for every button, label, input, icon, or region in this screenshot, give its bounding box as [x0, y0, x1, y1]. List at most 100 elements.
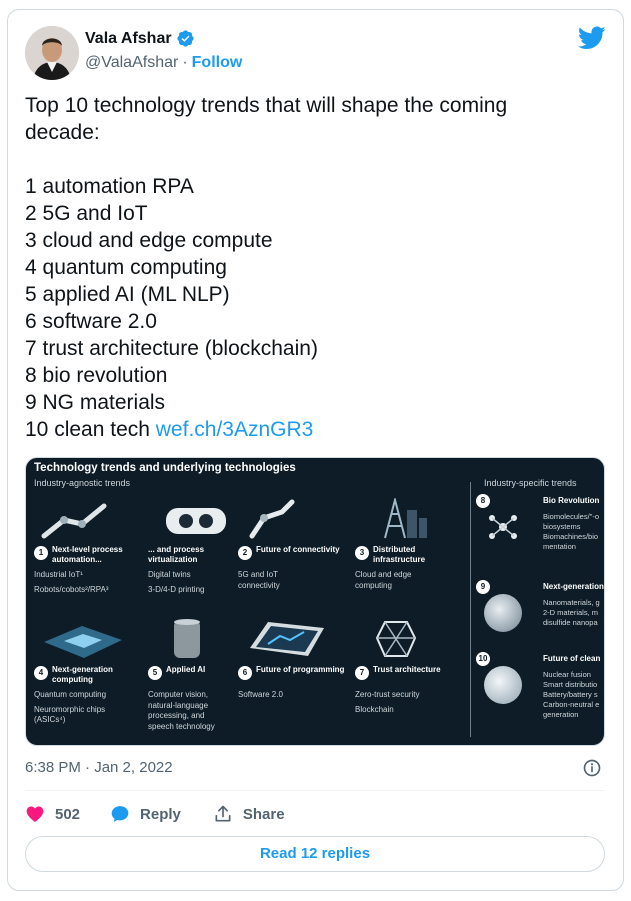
infographic-left-label: Industry-agnostic trends: [34, 478, 131, 488]
vr-headset-icon: [166, 508, 226, 534]
trend-body-line: computing: [355, 580, 392, 590]
industry-trend-tile: 8 Bio Revolution Biomolecules/"-o biosyst…: [476, 494, 604, 564]
infographic-title: Technology trends and underlying technol…: [34, 462, 296, 474]
like-button[interactable]: 502: [25, 804, 80, 824]
tweet-text-line: 4 quantum computing: [25, 256, 227, 279]
industry-trend-tile: 9 Next-generation Nanomaterials, g 2-D ma…: [476, 580, 604, 642]
share-upload-icon: [215, 805, 231, 822]
tweet-text-line: 5 applied AI (ML NLP): [25, 283, 230, 306]
trend-heading: Next-generation: [543, 582, 604, 591]
trend-body-line: Biomolecules/"-o: [543, 512, 600, 521]
trend-body: Software 2.0: [238, 690, 283, 699]
trend-body-line: Industrial IoT¹: [34, 570, 83, 579]
trend-body-line: Quantum computing: [34, 690, 107, 699]
infographic-divider: [470, 482, 471, 737]
tweet-text-line: 9 NG materials: [25, 391, 166, 414]
trend-number: 1: [34, 546, 48, 560]
trend-body: Industrial IoT¹ Robots/cobots²/RPA³: [34, 570, 142, 595]
speech-bubble-icon: [111, 806, 129, 822]
trend-body: 5G and IoT connectivity: [238, 570, 346, 591]
author-avatar[interactable]: [25, 26, 79, 80]
trend-body-line: Carbon-neutral e: [543, 700, 600, 709]
share-button[interactable]: Share: [213, 804, 285, 824]
trend-body-line: Battery/battery s: [543, 690, 598, 699]
handle-row: @ValaAfshar · Follow: [85, 54, 242, 72]
smart-speaker-icon: [174, 619, 200, 658]
share-label: Share: [242, 805, 285, 823]
trend-body-line: Nuclear fusion: [543, 670, 591, 679]
trend-number: 8: [476, 494, 490, 508]
trend-body: Cloud and edge computing: [355, 570, 463, 591]
lattice-cube-icon: [375, 621, 417, 657]
tweet-text-line: 2 5G and IoT: [25, 202, 148, 225]
trend-heading: Future of programming: [256, 665, 345, 674]
author-name-row[interactable]: Vala Afshar: [85, 29, 195, 48]
infographic-right-label: Industry-specific trends: [484, 478, 577, 488]
follow-link[interactable]: Follow: [192, 54, 243, 71]
trend-body-line: (ASICs⁴): [34, 715, 66, 724]
tweet-text-line: 7 trust architecture (blockchain): [25, 337, 318, 360]
trend-number: 5: [148, 666, 162, 680]
heart-icon: [26, 806, 44, 822]
author-name[interactable]: Vala Afshar: [85, 30, 172, 48]
info-icon[interactable]: [582, 758, 602, 778]
trend-number: 10: [476, 652, 490, 666]
trend-body-line: speech technology: [148, 721, 215, 731]
robot-arm-connectivity-icon: [249, 499, 295, 539]
verified-badge-icon: [176, 30, 194, 47]
reply-button[interactable]: Reply: [110, 804, 181, 824]
like-count: 502: [55, 805, 81, 823]
tweet-text-last-line: 10 clean tech wef.ch/3AznGR3: [25, 416, 585, 443]
tweet-text-line: decade:: [25, 121, 100, 144]
trend-number: 2: [238, 546, 252, 560]
trend-heading: Future of clean: [543, 654, 601, 663]
trend-heading: Next-generation computing: [52, 665, 113, 684]
tweet-text-blank-line: [25, 146, 585, 173]
twitter-bird-icon[interactable]: [578, 26, 606, 50]
trend-body: Biomolecules/"-o biosystems Biomachines/bi…: [543, 512, 604, 552]
trend-body: Nanomaterials, g 2-D materials, m disulfid…: [543, 598, 604, 628]
author-handle[interactable]: @ValaAfshar: [85, 54, 178, 71]
trend-body-line: Smart distributio: [543, 680, 598, 689]
molecule-icon: [489, 515, 517, 539]
trend-heading: ... and process virtualization: [148, 545, 205, 564]
trend-body: Zero-trust security Blockchain: [355, 690, 463, 715]
trend-body: Nuclear fusion Smart distributio Battery/b…: [543, 670, 604, 720]
tweet-timestamp[interactable]: 6:38 PM · Jan 2, 2022: [25, 759, 173, 776]
reply-label: Reply: [140, 805, 181, 823]
tweet-text-prefix: 10 clean tech: [25, 418, 156, 441]
tweet-media-image[interactable]: Technology trends and underlying technol…: [25, 457, 605, 746]
trend-heading: Future of connectivity: [256, 545, 340, 554]
materials-sphere-icon: [484, 594, 522, 632]
trend-body-line: Cloud and edge: [355, 570, 412, 579]
tweet-text: Top 10 technology trends that will shape…: [25, 92, 585, 443]
trend-heading: Next-level process automation...: [52, 545, 123, 564]
action-bar: 502 Reply Share: [25, 802, 285, 826]
tweet-text-line: 1 automation RPA: [25, 175, 194, 198]
trend-body-line: Neuromorphic chips: [34, 704, 106, 714]
trend-body-line: Biomachines/bio: [543, 532, 599, 541]
trend-number: 6: [238, 666, 252, 680]
trend-body-line: generation: [543, 710, 579, 719]
trend-body-line: connectivity: [238, 580, 280, 590]
trend-body-line: Nanomaterials, g: [543, 598, 600, 607]
trend-heading: Bio Revolution: [543, 496, 600, 505]
trend-body-line: processing, and: [148, 711, 205, 720]
robot-arm-icon: [41, 503, 107, 539]
cell-tower-icon: [384, 498, 427, 539]
trend-body-line: Robots/cobots²/RPA³: [34, 584, 109, 594]
tweet-text-line: Top 10 technology trends that will shape…: [25, 94, 508, 117]
divider: [25, 790, 605, 791]
chip-icon: [44, 626, 122, 658]
trend-body-line: Zero-trust security: [355, 690, 420, 699]
trend-body-line: natural-language: [148, 700, 209, 710]
trend-number: 4: [34, 666, 48, 680]
tweet-link[interactable]: wef.ch/3AznGR3: [156, 418, 314, 441]
trend-body: Quantum computing Neuromorphic chips (ASIC…: [34, 690, 142, 726]
trend-number: 9: [476, 580, 490, 594]
read-replies-button[interactable]: Read 12 replies: [25, 836, 605, 872]
trend-body-line: biosystems: [543, 522, 581, 531]
separator-dot: ·: [182, 54, 188, 71]
tablet-icon: [250, 622, 324, 656]
trend-body-line: 2-D materials, m: [543, 608, 599, 617]
